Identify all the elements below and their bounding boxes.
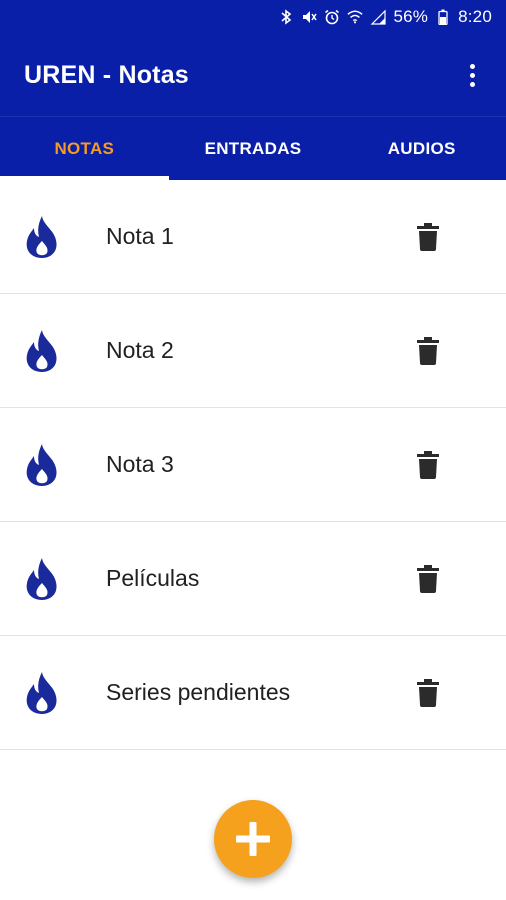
tab-notas[interactable]: NOTAS <box>0 117 169 180</box>
mute-icon <box>301 9 318 25</box>
add-note-button[interactable] <box>214 800 292 878</box>
list-item[interactable]: Nota 2 <box>0 294 506 408</box>
tab-entradas[interactable]: ENTRADAS <box>169 117 338 180</box>
wifi-icon <box>347 9 364 25</box>
battery-percent: 56% <box>393 7 429 26</box>
note-title: Nota 1 <box>106 223 174 249</box>
signal-icon <box>370 9 387 25</box>
note-title: Nota 3 <box>106 451 174 477</box>
alarm-icon <box>324 9 340 25</box>
tab-audios[interactable]: AUDIOS <box>337 117 506 180</box>
tab-bar: NOTAS ENTRADAS AUDIOS <box>0 116 506 180</box>
flame-icon <box>22 329 62 373</box>
notes-list: Nota 1 Nota 2 Nota 3 Películas Series pe… <box>0 180 506 750</box>
flame-icon <box>22 557 62 601</box>
plus-icon <box>236 822 270 856</box>
clock: 8:20 <box>458 7 492 26</box>
flame-icon <box>22 443 62 487</box>
note-title: Películas <box>106 565 200 591</box>
trash-icon[interactable] <box>414 563 442 595</box>
more-vert-icon[interactable] <box>460 55 484 95</box>
note-title: Nota 2 <box>106 337 174 363</box>
trash-icon[interactable] <box>414 677 442 709</box>
app-screen: 56% 8:20 UREN - Notas NOTAS ENTRADAS AUD… <box>0 0 506 900</box>
list-item[interactable]: Nota 1 <box>0 180 506 294</box>
trash-icon[interactable] <box>414 449 442 481</box>
bluetooth-icon <box>278 9 294 25</box>
status-bar: 56% 8:20 <box>0 0 506 34</box>
note-title: Series pendientes <box>106 679 291 705</box>
battery-icon <box>435 9 451 25</box>
flame-icon <box>22 215 62 259</box>
app-bar: UREN - Notas <box>0 34 506 116</box>
list-item[interactable]: Nota 3 <box>0 408 506 522</box>
trash-icon[interactable] <box>414 221 442 253</box>
list-item[interactable]: Series pendientes <box>0 636 506 750</box>
list-item[interactable]: Películas <box>0 522 506 636</box>
app-title: UREN - Notas <box>24 60 189 89</box>
trash-icon[interactable] <box>414 335 442 367</box>
flame-icon <box>22 671 62 715</box>
